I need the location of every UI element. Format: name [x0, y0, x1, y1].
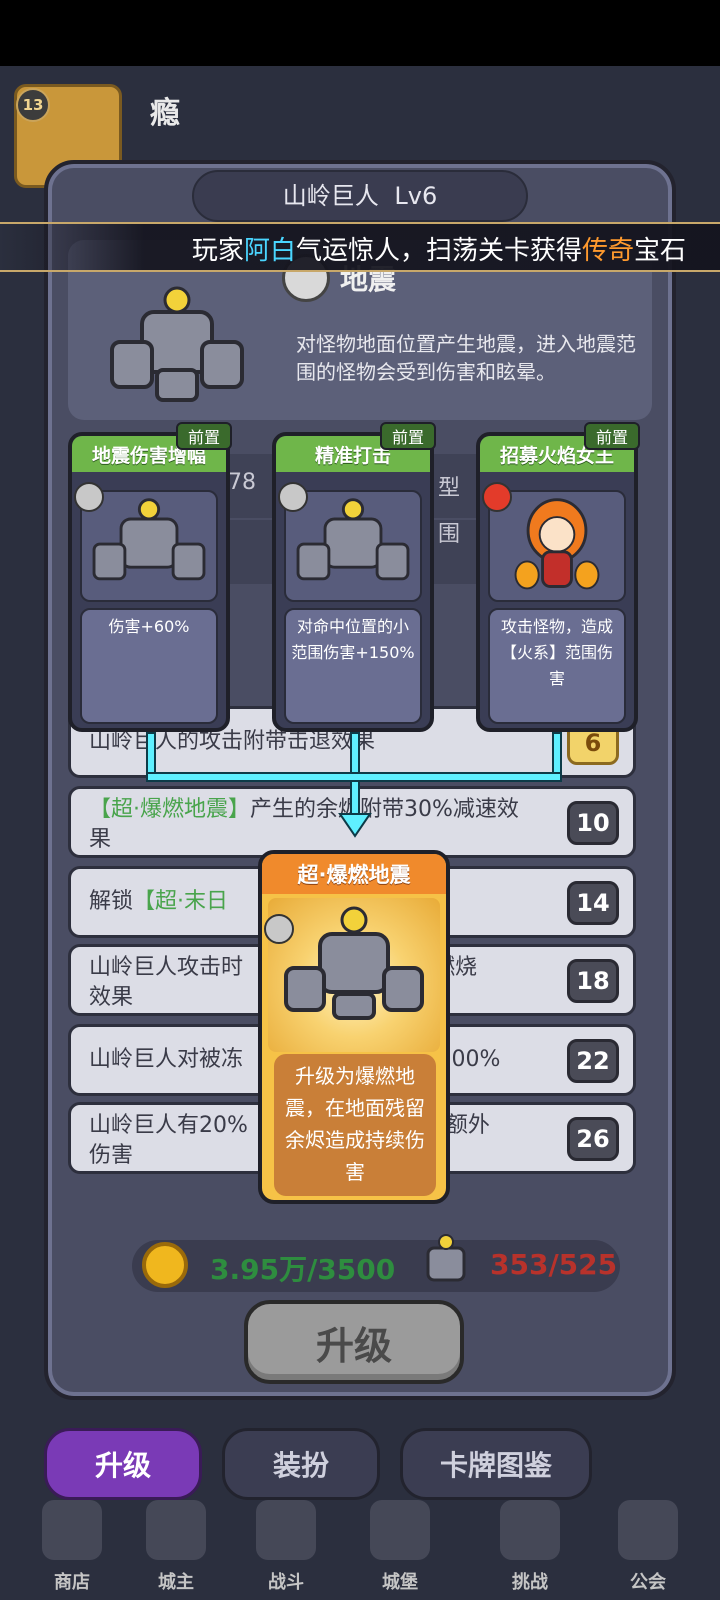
stone-giant-image: [268, 898, 440, 1052]
broadcast-player: 阿白: [243, 236, 296, 266]
connector-line: [146, 772, 562, 782]
player-name: 瘾: [150, 96, 180, 131]
stone-giant-portrait: [110, 286, 244, 402]
card-description: 伤害+60%: [80, 608, 218, 724]
stat-fragment: 型: [438, 476, 461, 501]
prereq-card[interactable]: 招募火焰女王 前置 攻击怪物，造成【火系】范围伤害: [476, 422, 640, 732]
rock-icon: [278, 482, 308, 512]
arrow-down-icon: [338, 813, 372, 838]
unlock-level-badge: 14: [567, 881, 619, 925]
sword-icon: [256, 1500, 316, 1560]
stat-fragment: 78: [228, 470, 256, 495]
crown-icon: [146, 1500, 206, 1560]
nav-guild[interactable]: 公会: [576, 1486, 720, 1600]
coin-icon: [142, 1242, 188, 1288]
upgrade-text: 【超·爆燃地震】产生的余烬附带30%减速效果: [89, 797, 519, 852]
prereq-label: 前置: [176, 422, 232, 450]
challenge-icon: [500, 1500, 560, 1560]
coin-cost: 3.95万/3500: [210, 1253, 396, 1286]
prereq-card[interactable]: 精准打击 前置 对命中位置的小范围伤害+150%: [272, 422, 436, 732]
stone-giant-image: [80, 490, 218, 602]
prereq-card[interactable]: 地震伤害增幅 前置 伤害+60%: [68, 422, 232, 732]
fire-icon: [482, 482, 512, 512]
guild-icon: [618, 1500, 678, 1560]
rock-icon: [264, 914, 294, 944]
player-level-badge: 13: [16, 88, 50, 122]
skill-description: 对怪物地面位置产生地震，进入地震范围的怪物会受到伤害和眩晕。: [296, 332, 636, 384]
upgrade-button[interactable]: 升级: [244, 1300, 464, 1384]
castle-icon: [370, 1500, 430, 1560]
flame-queen-image: [488, 490, 626, 602]
broadcast-quality: 传奇: [581, 236, 634, 266]
prereq-label: 前置: [584, 422, 640, 450]
unlock-level-badge: 22: [567, 1039, 619, 1083]
prereq-label: 前置: [380, 422, 436, 450]
unlock-level-badge: 10: [567, 801, 619, 845]
broadcast-text: 玩家阿白气运惊人，扫荡关卡获得传奇宝石: [191, 236, 686, 266]
shard-cost: 353/525: [490, 1248, 618, 1281]
shop-icon: [42, 1500, 102, 1560]
stat-fragment: 围: [438, 522, 461, 547]
evolved-skill-title: 超·爆燃地震: [262, 854, 446, 894]
nav-castle[interactable]: 城堡: [328, 1486, 472, 1600]
stone-giant-image: [284, 490, 422, 602]
evolved-skill-card[interactable]: 超·爆燃地震 升级为爆燃地震，在地面残留余烬造成持续伤害: [258, 850, 450, 1204]
card-description: 攻击怪物，造成【火系】范围伤害: [488, 608, 626, 724]
hero-level: Lv6: [394, 182, 438, 210]
rock-icon: [74, 482, 104, 512]
unlock-level-badge: 18: [567, 959, 619, 1003]
unlock-level-badge: 26: [567, 1117, 619, 1161]
modal-title: 山岭巨人 Lv6: [192, 176, 528, 211]
evolved-skill-description: 升级为爆燃地震，在地面残留余烬造成持续伤害: [274, 1054, 436, 1196]
hero-shard-icon: [426, 1234, 466, 1282]
card-description: 对命中位置的小范围伤害+150%: [284, 608, 422, 724]
broadcast-banner: 玩家阿白气运惊人，扫荡关卡获得传奇宝石: [0, 222, 720, 272]
hero-name: 山岭巨人: [282, 182, 379, 210]
